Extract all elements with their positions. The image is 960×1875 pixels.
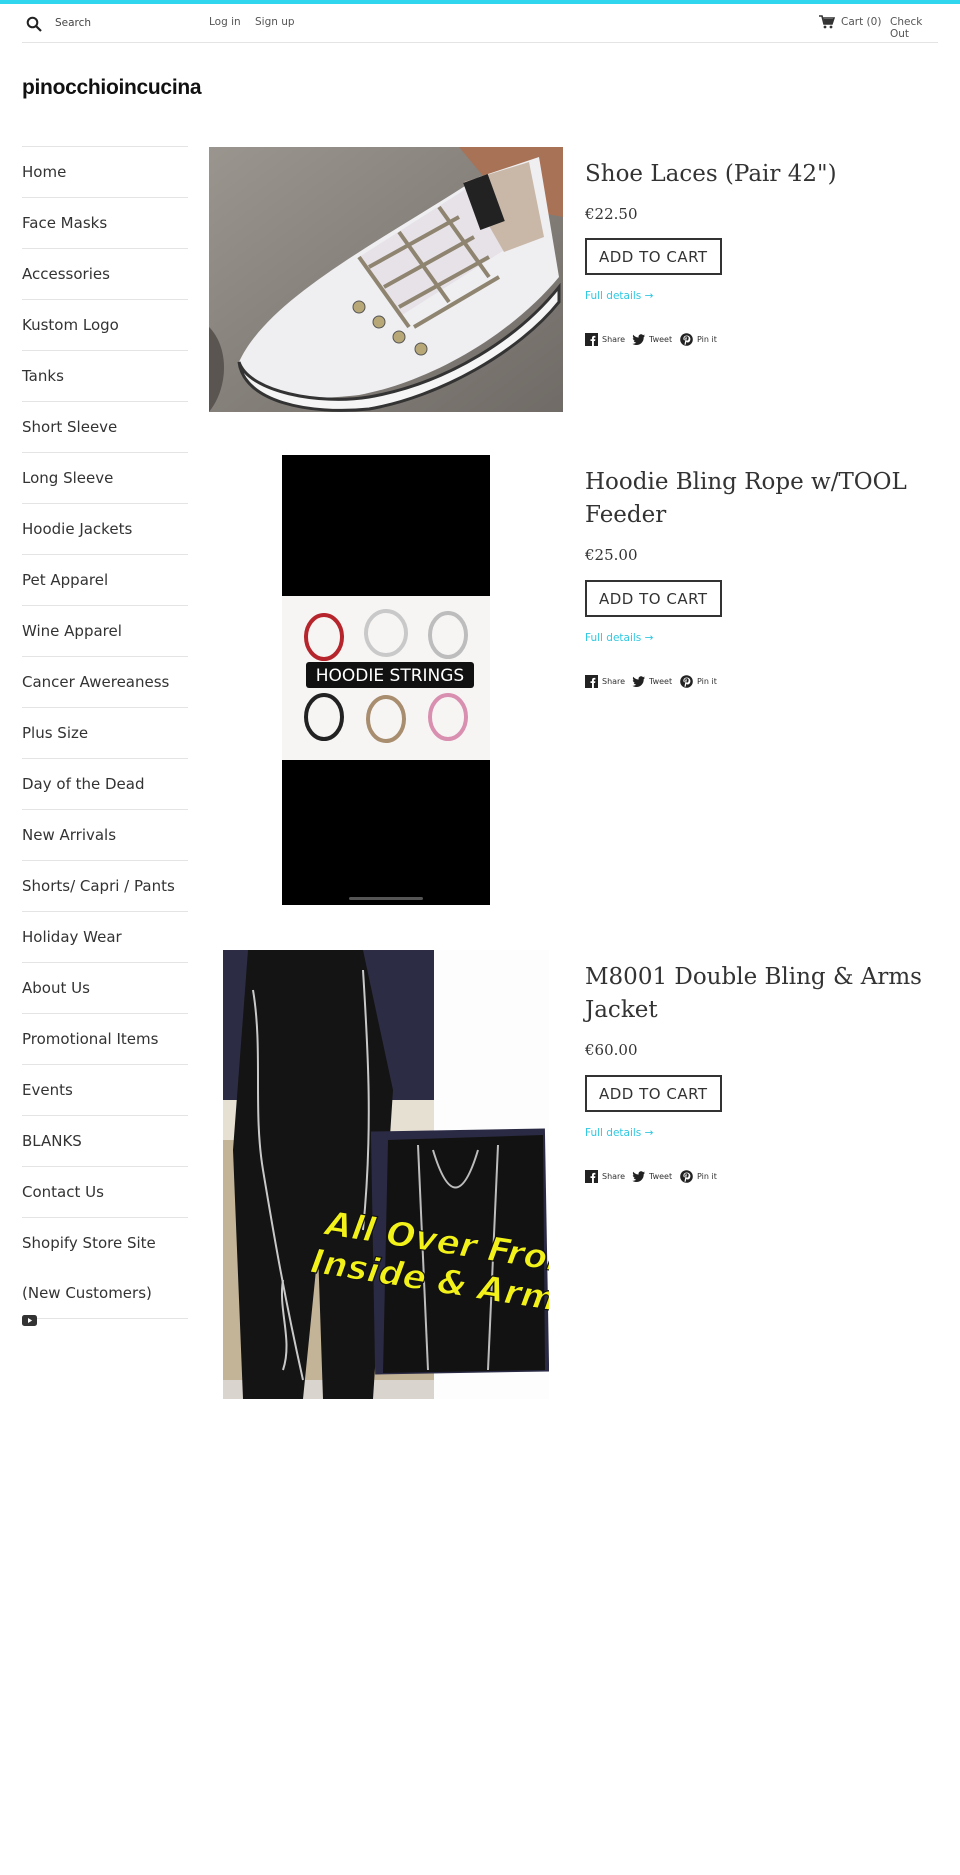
hoodie-strings-image: HOODIE STRINGS [282,455,490,905]
sidebar-item-new-arrivals[interactable]: New Arrivals [22,810,188,861]
share-facebook-button[interactable]: Share [585,1169,625,1183]
product-image-shoe-laces[interactable] [209,147,563,412]
jacket-image: All Over Front Inside & Arms [223,950,549,1399]
pinterest-icon [680,674,693,688]
sidebar-item-long-sleeve[interactable]: Long Sleeve [22,453,188,504]
tweet-label: Tweet [649,334,673,344]
tweet-label: Tweet [649,676,673,686]
shoe-image [209,147,563,412]
sidebar-item-about-us[interactable]: About Us [22,963,188,1014]
twitter-icon [632,333,645,345]
product-price: €25.00 [585,546,638,564]
signup-link[interactable]: Sign up [255,16,295,28]
product-price: €22.50 [585,205,638,223]
sidebar-item-blanks[interactable]: BLANKS [22,1116,188,1167]
share-label: Share [602,676,626,686]
sidebar-item-short-sleeve[interactable]: Short Sleeve [22,402,188,453]
product-image-jacket[interactable]: All Over Front Inside & Arms [223,950,549,1399]
cart-icon[interactable] [819,15,835,29]
sidebar-item-shorts-capri-pants[interactable]: Shorts/ Capri / Pants [22,861,188,912]
sidebar-item-label-line1: Shopify Store Site [22,1234,156,1252]
sidebar-item-day-of-the-dead[interactable]: Day of the Dead [22,759,188,810]
sidebar-item-pet-apparel[interactable]: Pet Apparel [22,555,188,606]
facebook-icon [585,1169,598,1183]
sidebar-item-plus-size[interactable]: Plus Size [22,708,188,759]
facebook-icon [585,674,598,688]
share-label: Share [602,334,626,344]
share-twitter-button[interactable]: Tweet [632,332,672,346]
sidebar-item-shopify-store-site[interactable]: Shopify Store Site (New Customers) [22,1218,188,1319]
store-logo[interactable]: pinocchioincucina [22,76,202,100]
product-card: All Over Front Inside & Arms M8001 Doubl… [209,950,938,1400]
sidebar-item-kustom-logo[interactable]: Kustom Logo [22,300,188,351]
twitter-icon [632,1170,645,1182]
pinterest-icon [680,1169,693,1183]
share-facebook-button[interactable]: Share [585,674,625,688]
pin-label: Pin it [697,1171,717,1181]
sidebar-item-wine-apparel[interactable]: Wine Apparel [22,606,188,657]
full-details-link[interactable]: Full details → [585,1127,653,1139]
product-image-hoodie-rope[interactable]: HOODIE STRINGS [282,455,490,905]
full-details-link[interactable]: Full details → [585,632,653,644]
cart-link[interactable]: Cart (0) [841,16,881,28]
add-to-cart-button[interactable]: ADD TO CART [585,238,722,275]
sidebar-item-face-masks[interactable]: Face Masks [22,198,188,249]
tweet-label: Tweet [649,1171,673,1181]
sidebar-item-label-line2: (New Customers) [22,1284,152,1302]
sidebar-item-home[interactable]: Home [22,147,188,198]
share-pinterest-button[interactable]: Pin it [680,674,717,688]
pin-label: Pin it [697,334,717,344]
sidebar-item-holiday-wear[interactable]: Holiday Wear [22,912,188,963]
sidebar-item-contact-us[interactable]: Contact Us [22,1167,188,1218]
hoodie-strings-caption: HOODIE STRINGS [316,666,464,686]
sidebar-item-hoodie-jackets[interactable]: Hoodie Jackets [22,504,188,555]
sidebar-item-tanks[interactable]: Tanks [22,351,188,402]
product-title[interactable]: Shoe Laces (Pair 42") [585,158,935,191]
sidebar-item-accessories[interactable]: Accessories [22,249,188,300]
youtube-icon[interactable] [22,1315,37,1326]
share-pinterest-button[interactable]: Pin it [680,332,717,346]
share-twitter-button[interactable]: Tweet [632,674,672,688]
checkout-link[interactable]: Check Out [890,16,938,40]
product-title[interactable]: Hoodie Bling Rope w/TOOL Feeder [585,466,935,532]
product-title[interactable]: M8001 Double Bling & Arms Jacket [585,961,935,1027]
sidebar-item-promotional-items[interactable]: Promotional Items [22,1014,188,1065]
sidebar-item-cancer-awereaness[interactable]: Cancer Awereaness [22,657,188,708]
pin-label: Pin it [697,676,717,686]
share-label: Share [602,1171,626,1181]
search-icon[interactable] [26,16,42,32]
full-details-link[interactable]: Full details → [585,290,653,302]
share-pinterest-button[interactable]: Pin it [680,1169,717,1183]
twitter-icon [632,675,645,687]
login-link[interactable]: Log in [209,16,241,28]
top-header: Log in Sign up Cart (0) Check Out [22,4,938,43]
add-to-cart-button[interactable]: ADD TO CART [585,580,722,617]
facebook-icon [585,332,598,346]
search-input[interactable] [55,14,215,32]
sidebar-nav: Home Face Masks Accessories Kustom Logo … [22,146,188,1319]
product-price: €60.00 [585,1041,638,1059]
product-card: HOODIE STRINGS Hoodie Bling Rope w/TOOL … [209,455,938,910]
pinterest-icon [680,332,693,346]
add-to-cart-button[interactable]: ADD TO CART [585,1075,722,1112]
product-card: Shoe Laces (Pair 42") €22.50 ADD TO CART… [209,146,938,446]
sidebar-item-events[interactable]: Events [22,1065,188,1116]
share-twitter-button[interactable]: Tweet [632,1169,672,1183]
share-facebook-button[interactable]: Share [585,332,625,346]
